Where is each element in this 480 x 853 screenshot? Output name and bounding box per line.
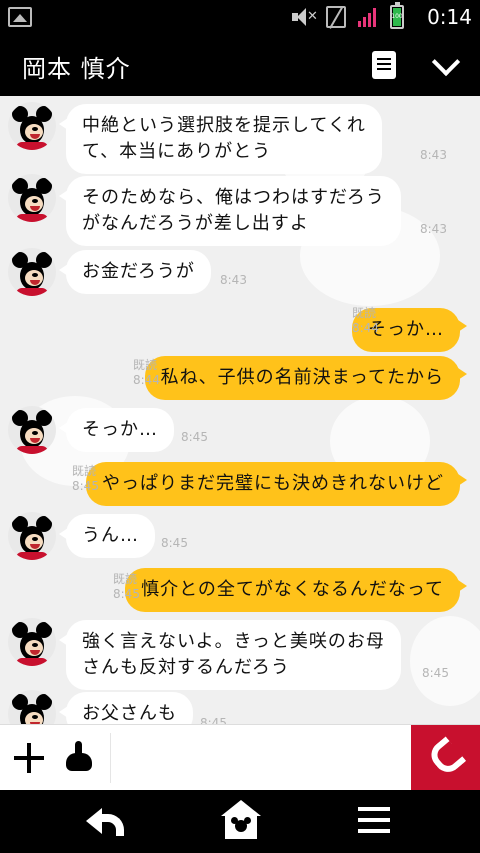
call-button[interactable] <box>411 725 480 791</box>
message-time: 8:45 <box>181 430 208 444</box>
message-time: 8:45 <box>72 479 99 493</box>
message-text: て、本当にありがとう <box>82 141 272 162</box>
message-meta: 8:43 <box>220 273 247 288</box>
contact-avatar[interactable] <box>8 174 56 222</box>
message-meta: 8:45 <box>181 430 208 445</box>
contact-avatar[interactable] <box>8 102 56 150</box>
message-text: うん… <box>82 525 139 546</box>
message-time: 8:43 <box>220 273 247 287</box>
sim-icon <box>326 6 346 28</box>
outgoing-message-bubble[interactable]: やっぱりまだ完璧にも決めきれないけど <box>86 462 467 506</box>
message-time: 8:44 <box>352 321 379 335</box>
message-text: 強く言えないよ。きっと美咲のお母 <box>82 631 385 652</box>
gallery-icon <box>8 7 32 27</box>
message-text: お父さんも <box>82 703 177 724</box>
message-text: お金だろうが <box>82 261 195 282</box>
battery-level: 100 <box>391 13 403 20</box>
message-text: 私ね、子供の名前決まってたから <box>160 367 444 388</box>
incoming-message-bubble[interactable]: うん… <box>59 514 155 558</box>
message-meta: 既読 8:44 <box>133 358 160 388</box>
message-text: さんも反対するんだろう <box>82 657 290 678</box>
incoming-message-bubble[interactable]: お父さんも <box>59 692 193 724</box>
sticker-icon[interactable] <box>62 741 96 775</box>
status-icons: ✕ 100 <box>292 2 404 29</box>
incoming-message-bubble[interactable]: 強く言えないよ。きっと美咲のお母 さんも反対するんだろう <box>59 620 401 690</box>
message-text: そっか… <box>82 419 158 440</box>
read-receipt: 既読 <box>72 464 97 478</box>
outgoing-message-bubble[interactable]: 慎介との全てがなくなるんだなって <box>125 568 467 612</box>
chat-header: 岡本 慎介 <box>0 34 480 96</box>
contact-avatar[interactable] <box>8 406 56 454</box>
navigation-bar <box>0 790 480 853</box>
chat-area[interactable]: 中絶という選択肢を提示してくれ て、本当にありがとう 8:43 そのためなら、俺はつわ… <box>0 96 480 724</box>
contact-avatar[interactable] <box>8 618 56 666</box>
back-icon[interactable] <box>86 804 126 838</box>
chat-title: 岡本 慎介 <box>22 55 131 83</box>
read-receipt: 既読 <box>352 306 377 320</box>
message-time: 8:43 <box>420 222 447 236</box>
message-meta: 8:43 <box>420 222 447 237</box>
home-icon[interactable] <box>221 800 261 840</box>
status-bar: ✕ 100 0:14 <box>0 0 480 34</box>
outgoing-message-bubble[interactable]: 私ね、子供の名前決まってたから <box>144 356 468 400</box>
incoming-message-bubble[interactable]: そのためなら、俺はつわはすだろう がなんだろうが差し出すよ <box>59 176 401 246</box>
message-text: がなんだろうが差し出すよ <box>82 213 309 234</box>
message-meta: 8:45 <box>422 666 449 681</box>
message-time: 8:45 <box>200 716 227 724</box>
mute-icon: ✕ <box>292 7 318 27</box>
message-time: 8:45 <box>161 536 188 550</box>
message-text: そのためなら、俺はつわはすだろう <box>82 187 385 208</box>
read-receipt: 既読 <box>113 572 138 586</box>
signal-icon <box>358 7 378 27</box>
message-meta: 8:45 <box>200 716 227 724</box>
read-receipt: 既読 <box>133 358 158 372</box>
contact-avatar[interactable] <box>8 690 56 724</box>
message-meta: 既読 8:45 <box>72 464 99 494</box>
notes-icon[interactable] <box>372 51 396 79</box>
message-meta: 既読 8:44 <box>352 306 379 336</box>
message-text: 中絶という選択肢を提示してくれ <box>82 115 366 136</box>
menu-icon[interactable] <box>358 805 390 835</box>
chevron-down-icon[interactable] <box>430 50 462 80</box>
message-meta: 8:43 <box>420 148 447 163</box>
message-text: 慎介との全てがなくなるんだなって <box>141 579 444 600</box>
battery-icon: 100 <box>390 2 404 29</box>
background-decoration <box>410 616 480 706</box>
status-time: 0:14 <box>427 5 472 29</box>
contact-avatar[interactable] <box>8 248 56 296</box>
message-text: そっか… <box>368 319 444 340</box>
message-input-bar <box>0 724 480 791</box>
plus-icon[interactable] <box>14 743 44 773</box>
message-meta: 8:45 <box>161 536 188 551</box>
incoming-message-bubble[interactable]: そっか… <box>59 408 174 452</box>
incoming-message-bubble[interactable]: お金だろうが <box>59 250 211 294</box>
message-time: 8:43 <box>420 148 447 162</box>
message-text: やっぱりまだ完璧にも決めきれないけど <box>102 473 444 494</box>
message-time: 8:45 <box>113 587 140 601</box>
message-time: 8:44 <box>133 373 160 387</box>
phone-icon <box>425 736 467 778</box>
message-meta: 既読 8:45 <box>113 572 140 602</box>
contact-avatar[interactable] <box>8 512 56 560</box>
message-time: 8:45 <box>422 666 449 680</box>
message-input[interactable] <box>110 733 406 783</box>
incoming-message-bubble[interactable]: 中絶という選択肢を提示してくれ て、本当にありがとう <box>59 104 382 174</box>
